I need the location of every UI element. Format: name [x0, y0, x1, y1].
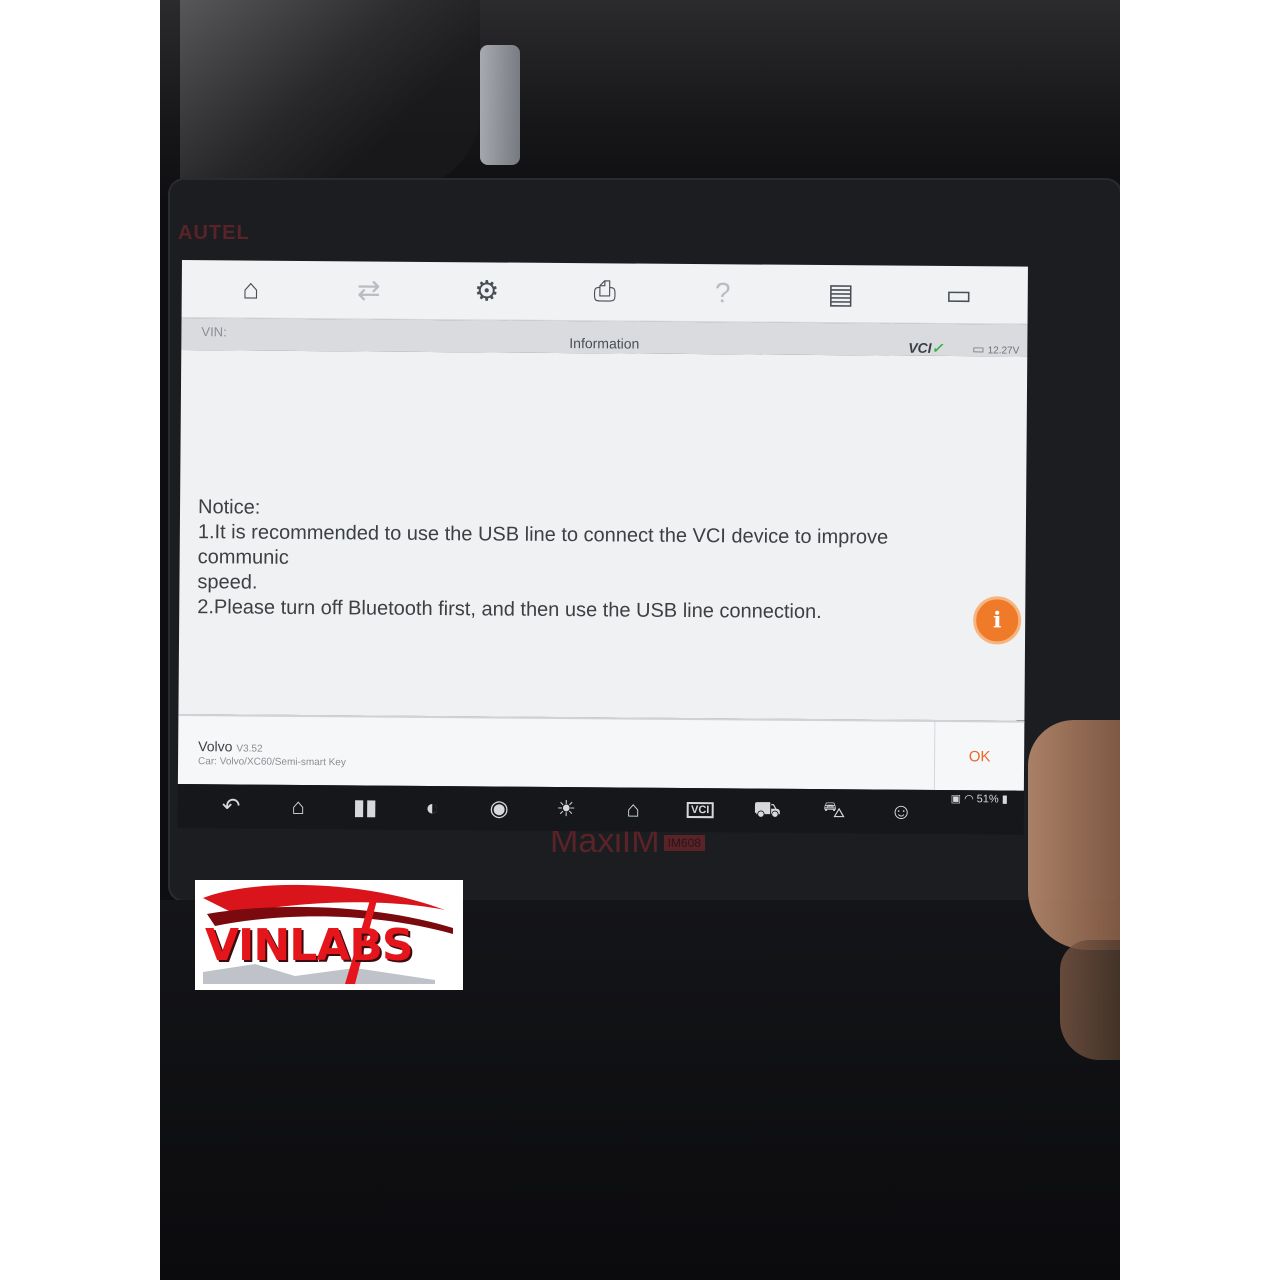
toolbar-print-button[interactable]: ⎙ [573, 267, 637, 318]
battery-voltage: ▭ 12.27V [972, 341, 1019, 357]
toolbar-home-button[interactable]: ⌂ [219, 264, 283, 315]
gear-icon: ⚙ [474, 275, 500, 307]
battery-voltage-value: 12.27V [987, 345, 1020, 357]
car-icon: ⛍ [822, 796, 846, 822]
sysbar-maxi-home-button[interactable]: ⌂ [600, 789, 667, 830]
maxi-home-icon: ⌂ [626, 796, 640, 822]
vehicle-make: Volvo [198, 738, 233, 755]
back-icon: ↶ [221, 793, 241, 819]
home-icon: ⌂ [291, 793, 305, 819]
sysbar-browser-button[interactable]: ◐ [399, 788, 466, 829]
vci-connected-icon: ✓ [931, 339, 944, 356]
home-icon: ⌂ [242, 272, 260, 305]
battery-percent: 51% [976, 792, 999, 805]
vehicle-connect-icon: ⛟ [753, 796, 782, 822]
battery-icon: ▮ [1001, 793, 1008, 806]
toolbar-feedback-button[interactable]: ▭ [927, 269, 991, 320]
device-brand: AUTEL [178, 222, 250, 244]
toolbar-save-button[interactable]: ▤ [809, 268, 873, 319]
user-car-icon: ☺ [889, 798, 913, 824]
finger-lower [1060, 940, 1120, 1060]
sysbar-android-home-button[interactable]: ⌂ [265, 787, 332, 828]
footer-bar: Volvo V3.52 Car: Volvo/XC60/Semi-smart Ke… [177, 713, 1025, 791]
vehicle-path: Car: Volvo/XC60/Semi-smart Key [198, 756, 346, 769]
vinlabs-logo: VINLABS [195, 880, 463, 990]
sysbar-recent-apps-button[interactable]: ▮▮ [332, 787, 399, 828]
message-area: Notice: 1.It is recommended to use the U… [178, 349, 1028, 721]
sysbar-vehicle-button[interactable]: ⛍ [801, 791, 868, 832]
camera-icon: ◉ [489, 795, 509, 821]
sysbar-back-button[interactable]: ↶ [198, 786, 265, 827]
software-version: V3.52 [236, 743, 263, 755]
vci-indicator: VCI✓ [908, 340, 943, 357]
sysbar-vci-status-button[interactable]: VCI [667, 790, 734, 831]
system-navigation-bar: ↶ ⌂ ▮▮ ◐ ◉ ☀ ⌂ VCI ⛟ ⛍ ☺ ▣ ◠ 51% ▮ [177, 783, 1024, 835]
vinlabs-logo-text: VINLABS [205, 920, 414, 971]
brightness-icon: ☀ [556, 795, 577, 822]
toolbar-vehicle-swap-button[interactable]: ⇄ [337, 265, 401, 316]
toolbar-settings-button[interactable]: ⚙ [455, 266, 519, 317]
device-model-badge: IM608 [663, 835, 705, 852]
wifi-icon: ◠ [964, 793, 974, 806]
notice-message: Notice: 1.It is recommended to use the U… [197, 495, 978, 626]
sysbar-user-button[interactable]: ☺ [868, 791, 935, 832]
screen-icon: ▣ [950, 793, 962, 806]
car-swap-icon: ⇄ [356, 274, 381, 306]
usb-dongle [480, 45, 520, 165]
recent-apps-icon: ▮▮ [353, 794, 378, 820]
chrome-icon: ◐ [425, 794, 439, 821]
car-battery-icon: ▭ [972, 341, 985, 357]
message-icon: ▭ [945, 278, 973, 311]
notice-line-2: 2.Please turn off Bluetooth first, and t… [197, 596, 822, 624]
help-icon: ? [714, 276, 731, 308]
top-toolbar: ⌂ ⇄ ⚙ ⎙? ▤ ▭ [181, 260, 1028, 325]
printer-icon: ⎙ [593, 275, 617, 307]
sysbar-vehicle-connect-button[interactable]: ⛟ [734, 790, 801, 831]
dashboard-trim [180, 0, 480, 190]
tablet-screen: ⌂ ⇄ ⚙ ⎙? ▤ ▭ VIN: Information VCI✓ ▭ 12.27V No… [177, 260, 1050, 835]
sysbar-camera-button[interactable]: ◉ [466, 788, 533, 829]
vehicle-name: Volvo V3.52 [198, 738, 263, 755]
save-icon: ▤ [827, 278, 855, 310]
vci-label: VCI [908, 339, 932, 356]
sysbar-brightness-button[interactable]: ☀ [533, 789, 600, 830]
vci-icon: VCI [686, 801, 714, 819]
notice-line-1: 1.It is recommended to use the USB line … [197, 521, 889, 569]
status-tray: ▣ ◠ 51% ▮ [950, 792, 1008, 806]
ok-button[interactable]: OK [933, 721, 1025, 791]
toolbar-help-button[interactable]: ? [691, 267, 755, 318]
manual-info-icon[interactable]: i [973, 596, 1022, 645]
